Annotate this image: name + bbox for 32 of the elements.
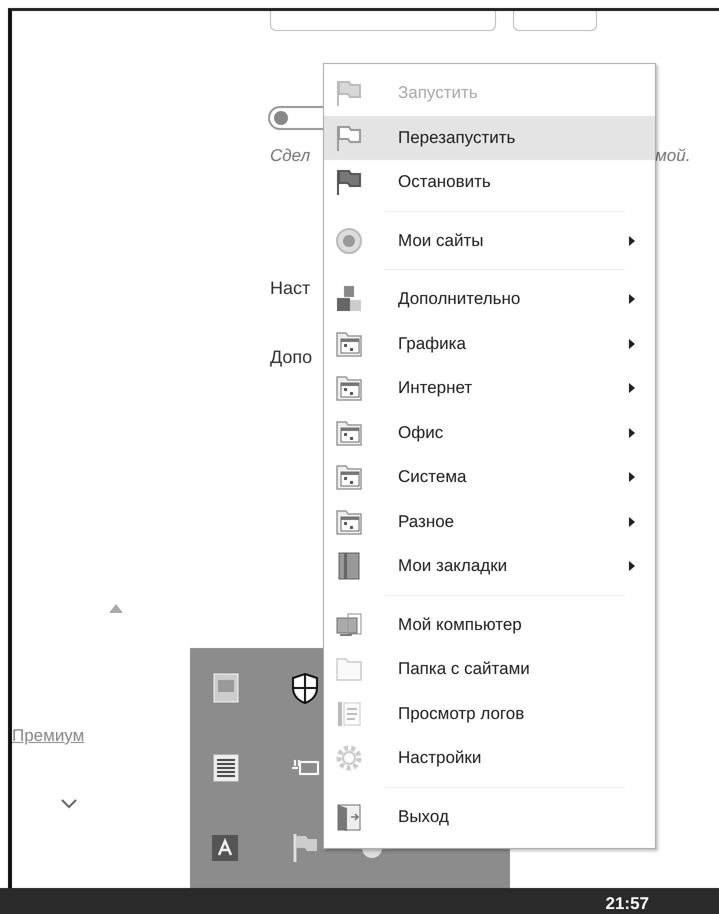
scroll-up-icon[interactable] <box>109 604 123 613</box>
flag-icon <box>334 78 364 108</box>
menu-item[interactable]: Офис <box>324 410 655 455</box>
menu-item[interactable]: Папка с сайтами <box>324 647 655 692</box>
input-field[interactable] <box>513 11 597 31</box>
menu-item[interactable]: Система <box>324 455 655 500</box>
chevron-down-icon[interactable] <box>61 799 77 809</box>
section-label: Наст <box>270 278 312 299</box>
section-label: Допо <box>270 347 314 368</box>
menu-item[interactable]: Просмотр логов <box>324 692 655 736</box>
input-field[interactable] <box>270 11 496 31</box>
description-text: Сдел <box>270 146 310 166</box>
menu-item[interactable]: Графика <box>324 322 655 366</box>
app-icon[interactable] <box>212 835 238 861</box>
menu-item[interactable]: Настройки <box>324 736 655 780</box>
clock-text[interactable]: 21:57 <box>606 894 649 914</box>
shield-icon[interactable] <box>290 672 320 704</box>
menu-item[interactable]: Мои сайты <box>324 218 655 263</box>
menu-item[interactable]: Перезапустить <box>324 116 655 160</box>
menu-item[interactable]: Мой компьютер <box>324 602 655 647</box>
description-text: мой. <box>655 146 690 166</box>
menu-item[interactable]: Мои закладки <box>324 544 655 588</box>
list-icon[interactable] <box>212 753 240 783</box>
menu-item[interactable]: Интернет <box>324 366 655 410</box>
menu-item[interactable]: Разное <box>324 500 655 544</box>
app-icon[interactable] <box>212 672 240 704</box>
menu-item[interactable]: Остановить <box>324 160 655 204</box>
settings-icon <box>334 743 364 774</box>
flag-icon <box>334 167 364 198</box>
menu-item[interactable]: Выход <box>324 794 655 839</box>
menu-item[interactable]: Дополнительно <box>324 277 655 322</box>
premium-link[interactable]: Премиум <box>12 726 84 746</box>
